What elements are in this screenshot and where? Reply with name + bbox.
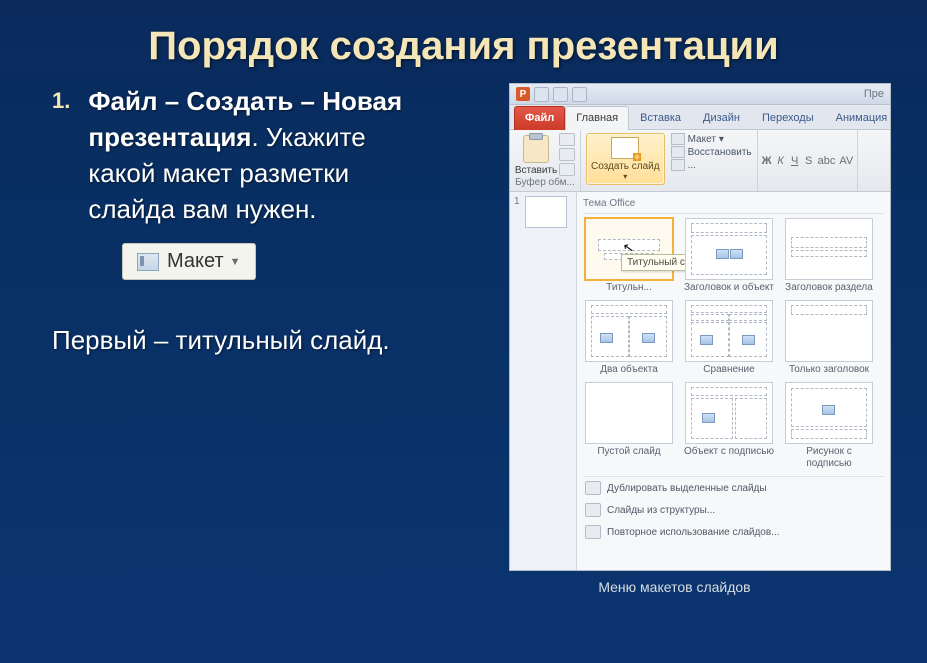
layout-label: Только заголовок (783, 364, 875, 376)
spacing-button[interactable]: AV (839, 155, 853, 167)
content-glyph-icon (716, 249, 729, 259)
layout-blank[interactable]: Пустой слайд (583, 382, 675, 470)
content-glyph-icon (730, 249, 743, 259)
step-text: Файл – Создать – Новая презентация. Укаж… (88, 83, 438, 227)
clipboard-group-label: Буфер обм... (515, 177, 575, 188)
layout-icon (137, 253, 159, 271)
tab-file[interactable]: Файл (514, 106, 565, 130)
left-column: 1. Файл – Создать – Новая презентация. У… (52, 83, 458, 595)
slide-panel: 1 (510, 192, 577, 570)
qat-save-icon[interactable] (534, 87, 549, 102)
clipboard-icon (523, 135, 549, 163)
layout-label: Два объекта (583, 364, 675, 376)
layout-comparison[interactable]: Сравнение (683, 300, 775, 376)
section-button[interactable]: ... (671, 159, 752, 171)
layout-section-header[interactable]: Заголовок раздела (783, 218, 875, 294)
slides-from-outline-item[interactable]: Слайды из структуры... (583, 499, 884, 521)
figure-caption: Меню макетов слайдов (458, 579, 891, 595)
tab-home[interactable]: Главная (565, 106, 629, 130)
work-area: 1 Тема Office ↖ Титульный слайд Титульн.… (510, 192, 890, 570)
slide-index: 1 (514, 196, 520, 207)
reuse-icon (585, 525, 601, 539)
powerpoint-logo-icon: P (516, 87, 530, 101)
new-slide-label: Создать слайд (591, 161, 660, 172)
note-text: Первый – титульный слайд. (52, 322, 438, 358)
outline-icon (585, 503, 601, 517)
shadow-button[interactable]: abc (818, 155, 836, 167)
paste-button[interactable]: Вставить (515, 133, 557, 176)
tab-insert[interactable]: Вставка (629, 106, 692, 130)
format-painter-icon[interactable] (559, 163, 575, 176)
powerpoint-window: P Пре Файл Главная Вставка Дизайн Перехо… (509, 83, 891, 571)
reset-icon (671, 146, 685, 158)
bold-button[interactable]: Ж (762, 155, 772, 167)
underline-button[interactable]: Ч (790, 155, 800, 167)
layout-button-label: Макет (167, 250, 224, 273)
strike-button[interactable]: S (804, 155, 814, 167)
reuse-slides-item[interactable]: Повторное использование слайдов... (583, 521, 884, 543)
slide-title: Порядок создания презентации (0, 0, 927, 83)
layout-label: Заголовок и объект (683, 282, 775, 294)
italic-button[interactable]: К (776, 155, 786, 167)
window-title-fragment: Пре (864, 88, 884, 100)
layout-two-content[interactable]: Два объекта (583, 300, 675, 376)
dropdown-caret-icon: ▼ (230, 256, 241, 268)
layout-title-content[interactable]: Заголовок и объект (683, 218, 775, 294)
layout-dropdown[interactable]: Макет ▾ (671, 133, 752, 145)
layout-content-caption[interactable]: Объект с подписью (683, 382, 775, 470)
tab-design[interactable]: Дизайн (692, 106, 751, 130)
gallery-header: Тема Office (583, 196, 884, 214)
right-column: P Пре Файл Главная Вставка Дизайн Перехо… (458, 83, 891, 595)
ribbon-tabs: Файл Главная Вставка Дизайн Переходы Ани… (510, 105, 890, 130)
layout-label: Пустой слайд (583, 446, 675, 458)
duplicate-icon (585, 481, 601, 495)
quick-access-toolbar: P Пре (510, 84, 890, 105)
layout-label: Объект с подписью (683, 446, 775, 458)
layout-button-sample: Макет ▼ (122, 243, 256, 280)
gallery-footer: Дублировать выделенные слайды Слайды из … (583, 476, 884, 543)
clipboard-group: Вставить Буфер обм... (510, 130, 581, 191)
layout-title-only[interactable]: Только заголовок (783, 300, 875, 376)
slide-thumbnail[interactable] (525, 196, 567, 228)
qat-redo-icon[interactable] (572, 87, 587, 102)
tab-transitions[interactable]: Переходы (751, 106, 825, 130)
slides-group: Создать слайд ▾ Макет ▾ Восстановить ... (581, 130, 758, 191)
layout-picture-caption[interactable]: Рисунок с подписью (783, 382, 875, 470)
new-slide-icon (611, 137, 639, 159)
layout-label: Заголовок раздела (783, 282, 875, 294)
layout-small-icon (671, 133, 685, 145)
reset-button[interactable]: Восстановить (671, 146, 752, 158)
layout-gallery: Тема Office ↖ Титульный слайд Титульн... (577, 192, 890, 570)
layout-title-slide[interactable]: ↖ Титульный слайд Титульн... (583, 218, 675, 294)
font-group: Ж К Ч S abc AV (758, 130, 859, 191)
new-slide-button[interactable]: Создать слайд ▾ (586, 133, 665, 185)
layout-label: Сравнение (683, 364, 775, 376)
tab-animation[interactable]: Анимация (825, 106, 899, 130)
layout-label: Рисунок с подписью (783, 446, 875, 470)
layout-label: Титульн... (583, 282, 675, 294)
list-number: 1. (52, 83, 70, 227)
paste-label: Вставить (515, 165, 557, 176)
copy-icon[interactable] (559, 148, 575, 161)
qat-undo-icon[interactable] (553, 87, 568, 102)
cut-icon[interactable] (559, 133, 575, 146)
ribbon: Вставить Буфер обм... (510, 130, 890, 192)
section-icon (671, 159, 685, 171)
duplicate-slides-item[interactable]: Дублировать выделенные слайды (583, 477, 884, 499)
